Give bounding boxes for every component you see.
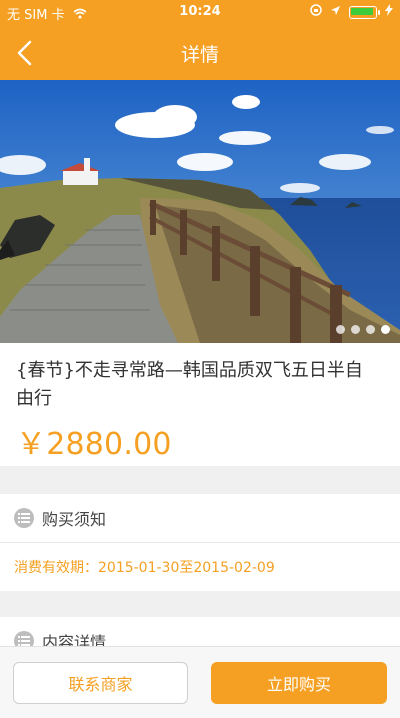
purchase-notice-section: 购买须知 消费有效期：2015-01-30至2015-02-09 [0,494,400,591]
lock-rotation-icon [310,4,322,20]
carousel-indicator[interactable] [336,325,390,334]
charging-icon [385,4,393,20]
location-icon [330,5,341,20]
product-info: {春节}不走寻常路—韩国品质双飞五日半自由行 ￥2880.00 [0,343,400,466]
validity-period: 消费有效期：2015-01-30至2015-02-09 [14,560,275,576]
page-title: 详情 [180,44,219,66]
product-price: ￥2880.00 [16,427,172,462]
hero-image [0,80,400,343]
bottom-action-bar: 联系商家 立即购买 [0,646,400,718]
purchase-notice-title: 购买须知 [42,510,107,529]
nav-bar: 详情 [0,26,400,80]
product-title: {春节}不走寻常路—韩国品质双飞五日半自由行 [16,360,363,409]
carousel-dot[interactable] [366,325,375,334]
purchase-notice-header[interactable]: 购买须知 [0,494,400,542]
carousel-dot-active[interactable] [381,325,390,334]
hero-carousel[interactable] [0,80,400,343]
carousel-dot[interactable] [351,325,360,334]
list-icon [14,508,34,528]
battery-icon [349,5,380,19]
carousel-dot[interactable] [336,325,345,334]
buy-now-button[interactable]: 立即购买 [211,662,387,704]
contact-merchant-button[interactable]: 联系商家 [13,662,188,704]
status-bar: 无 SIM 卡 10:24 [0,0,400,26]
status-right [310,4,393,20]
